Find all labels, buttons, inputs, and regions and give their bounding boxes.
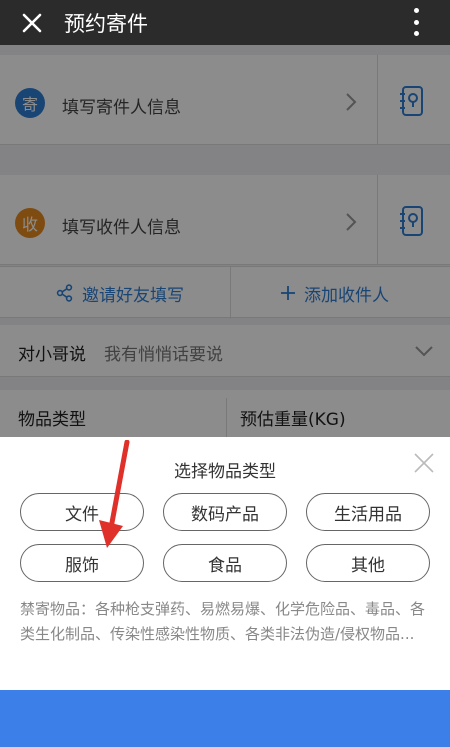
option-food[interactable]: 食品 bbox=[163, 544, 287, 582]
sheet-title: 选择物品类型 bbox=[174, 462, 276, 482]
close-icon[interactable] bbox=[412, 451, 436, 475]
close-button[interactable] bbox=[0, 12, 64, 34]
annotation-arrow bbox=[99, 440, 130, 548]
app-header: 预约寄件 bbox=[0, 0, 450, 45]
page-title: 预约寄件 bbox=[64, 11, 148, 36]
modal-backdrop[interactable] bbox=[0, 45, 450, 437]
option-digital[interactable]: 数码产品 bbox=[163, 493, 287, 531]
bottom-action-bar[interactable] bbox=[0, 690, 450, 747]
option-other[interactable]: 其他 bbox=[306, 544, 430, 582]
prohibited-items-notice: 禁寄物品：各种枪支弹药、易燃易爆、化学危险品、毒品、各类生化制品、传染性感染性物… bbox=[20, 600, 426, 643]
more-vertical-icon[interactable] bbox=[412, 8, 420, 36]
close-icon bbox=[22, 13, 42, 32]
item-type-sheet: 选择物品类型 文件 数码产品 生活用品 服饰 食品 其他 禁寄物品：各种枪支弹药… bbox=[0, 437, 450, 747]
option-daily-goods[interactable]: 生活用品 bbox=[306, 493, 430, 531]
